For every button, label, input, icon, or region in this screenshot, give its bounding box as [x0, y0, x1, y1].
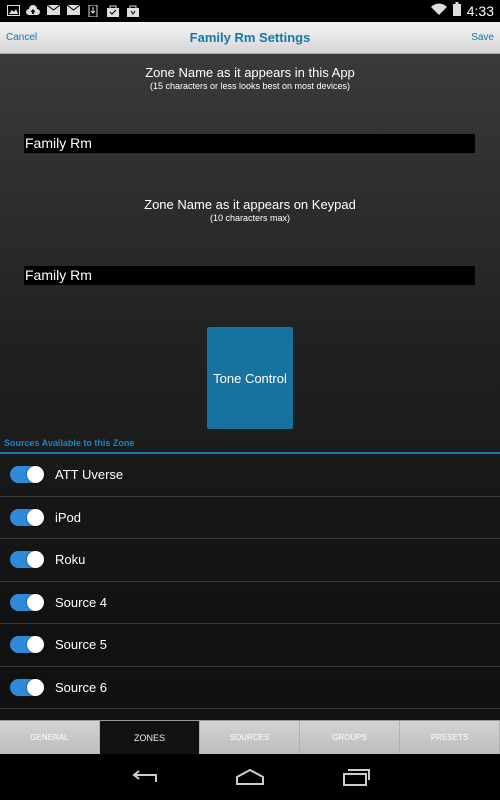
- source-toggle[interactable]: [10, 551, 44, 569]
- tone-control-label: Tone Control: [213, 370, 287, 386]
- toggle-knob: [27, 466, 44, 484]
- title-bar: Cancel Family Rm Settings Save: [0, 22, 500, 54]
- source-label: Source 6: [55, 679, 108, 695]
- app-name-hint: (15 characters or less looks best on mos…: [149, 81, 351, 91]
- source-label: Source 4: [55, 594, 108, 610]
- cancel-button[interactable]: Cancel: [6, 22, 37, 54]
- cloud-upload-icon: [26, 5, 40, 17]
- recent-apps-icon: [343, 769, 370, 786]
- tab-general[interactable]: GENERAL: [0, 721, 100, 754]
- battery-icon: [452, 1, 461, 21]
- source-label: iPod: [55, 509, 82, 525]
- list-item: ATT Uverse: [0, 454, 500, 497]
- source-label: ATT Uverse: [55, 467, 124, 483]
- home-icon: [236, 769, 264, 785]
- list-item: iPod: [0, 496, 500, 539]
- list-item: Source 5: [0, 624, 500, 667]
- source-toggle[interactable]: [10, 508, 44, 526]
- back-icon: [132, 770, 157, 782]
- source-label: Roku: [55, 552, 86, 568]
- toggle-knob: [27, 551, 44, 569]
- mail-icon: [66, 4, 80, 17]
- toggle-knob: [27, 508, 44, 526]
- back-button[interactable]: [126, 765, 162, 789]
- shopping-bag-icon: [126, 5, 140, 17]
- tab-sources[interactable]: SOURCES: [200, 721, 300, 754]
- source-toggle[interactable]: [10, 636, 44, 654]
- home-button[interactable]: [232, 765, 268, 789]
- list-item: Source 6: [0, 666, 500, 709]
- list-item: Source 4: [0, 581, 500, 624]
- source-toggle[interactable]: [10, 593, 44, 611]
- source-toggle[interactable]: [10, 466, 44, 484]
- image-icon: [6, 5, 20, 17]
- bottom-tab-bar: GENERAL ZONES SOURCES GROUPS PRESETS: [0, 720, 500, 754]
- keypad-name-caption: Zone Name as it appears on Keypad (10 ch…: [0, 197, 500, 223]
- status-right: 4:33: [430, 1, 494, 21]
- keypad-zone-name-input[interactable]: [24, 266, 475, 285]
- app-name-label: Zone Name as it appears in this App: [145, 65, 355, 80]
- save-button[interactable]: Save: [471, 22, 494, 54]
- download-icon: [86, 4, 100, 18]
- settings-panel: Zone Name as it appears in this App (15 …: [0, 54, 500, 720]
- app-root: 4:33 Cancel Family Rm Settings Save Zone…: [0, 0, 500, 800]
- mail-icon: [46, 4, 60, 17]
- tab-zones[interactable]: ZONES: [100, 721, 200, 754]
- status-bar: 4:33: [0, 0, 500, 22]
- tone-control-button[interactable]: Tone Control: [207, 327, 293, 429]
- source-list: ATT Uverse iPod Roku Source 4 Source 5 S…: [0, 454, 500, 709]
- keypad-name-hint: (10 characters max): [209, 213, 291, 223]
- wifi-icon: [430, 2, 447, 20]
- toggle-knob: [27, 593, 44, 611]
- clock: 4:33: [466, 3, 494, 19]
- source-label: Source 5: [55, 637, 108, 653]
- recent-apps-button[interactable]: [338, 765, 374, 789]
- list-item: Roku: [0, 539, 500, 582]
- keypad-name-label: Zone Name as it appears on Keypad: [144, 197, 356, 212]
- source-toggle[interactable]: [10, 678, 44, 696]
- tab-presets[interactable]: PRESETS: [400, 721, 500, 754]
- toggle-knob: [27, 636, 44, 654]
- page-title: Family Rm Settings: [189, 30, 311, 45]
- shopping-bag-icon: [106, 5, 120, 17]
- app-name-caption: Zone Name as it appears in this App (15 …: [0, 65, 500, 91]
- navigation-bar: [0, 754, 500, 800]
- notification-icons: [6, 4, 140, 18]
- app-zone-name-input[interactable]: [24, 134, 475, 153]
- toggle-knob: [27, 678, 44, 696]
- tab-groups[interactable]: GROUPS: [300, 721, 400, 754]
- sources-section-label: Sources Available to this Zone: [4, 438, 135, 448]
